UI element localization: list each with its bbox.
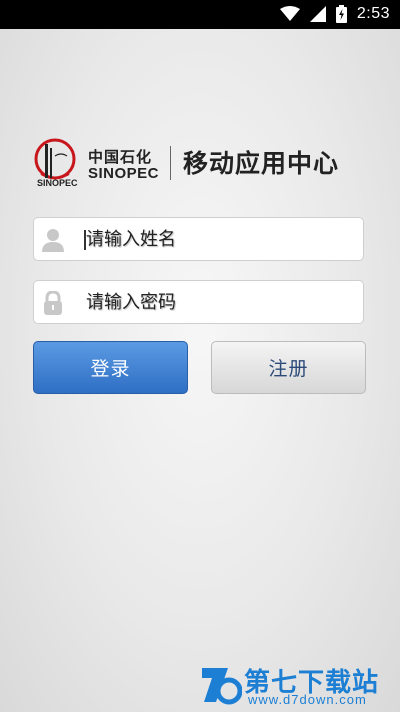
signal-icon <box>309 6 326 22</box>
brand-name-cn: 中国石化 <box>88 148 153 166</box>
battery-icon <box>335 5 347 23</box>
register-button[interactable]: 注册 <box>211 341 366 394</box>
app-title: 移动应用中心 <box>183 149 340 178</box>
username-input[interactable] <box>86 218 356 260</box>
wifi-icon <box>279 6 300 21</box>
watermark-logo-icon <box>202 668 242 705</box>
brand-name-en: SINOPEC <box>88 165 160 182</box>
logo-divider <box>170 146 171 180</box>
sinopec-logo-icon: SINOPEC <box>34 138 78 188</box>
user-icon <box>42 229 64 252</box>
password-field[interactable] <box>33 280 364 324</box>
watermark-site-url: www.d7down.com <box>248 692 367 707</box>
password-input[interactable] <box>86 281 356 323</box>
brand-header: SINOPEC 中国石化 SINOPEC 移动应用中心 <box>33 138 373 190</box>
site-watermark: 第七下载站 www.d7down.com <box>198 660 398 710</box>
lock-icon <box>44 291 62 315</box>
status-time: 2:53 <box>356 5 390 22</box>
svg-text:SINOPEC: SINOPEC <box>37 178 78 188</box>
login-button[interactable]: 登录 <box>33 341 188 394</box>
username-field[interactable] <box>33 217 364 261</box>
status-bar: 2:53 <box>0 0 400 29</box>
